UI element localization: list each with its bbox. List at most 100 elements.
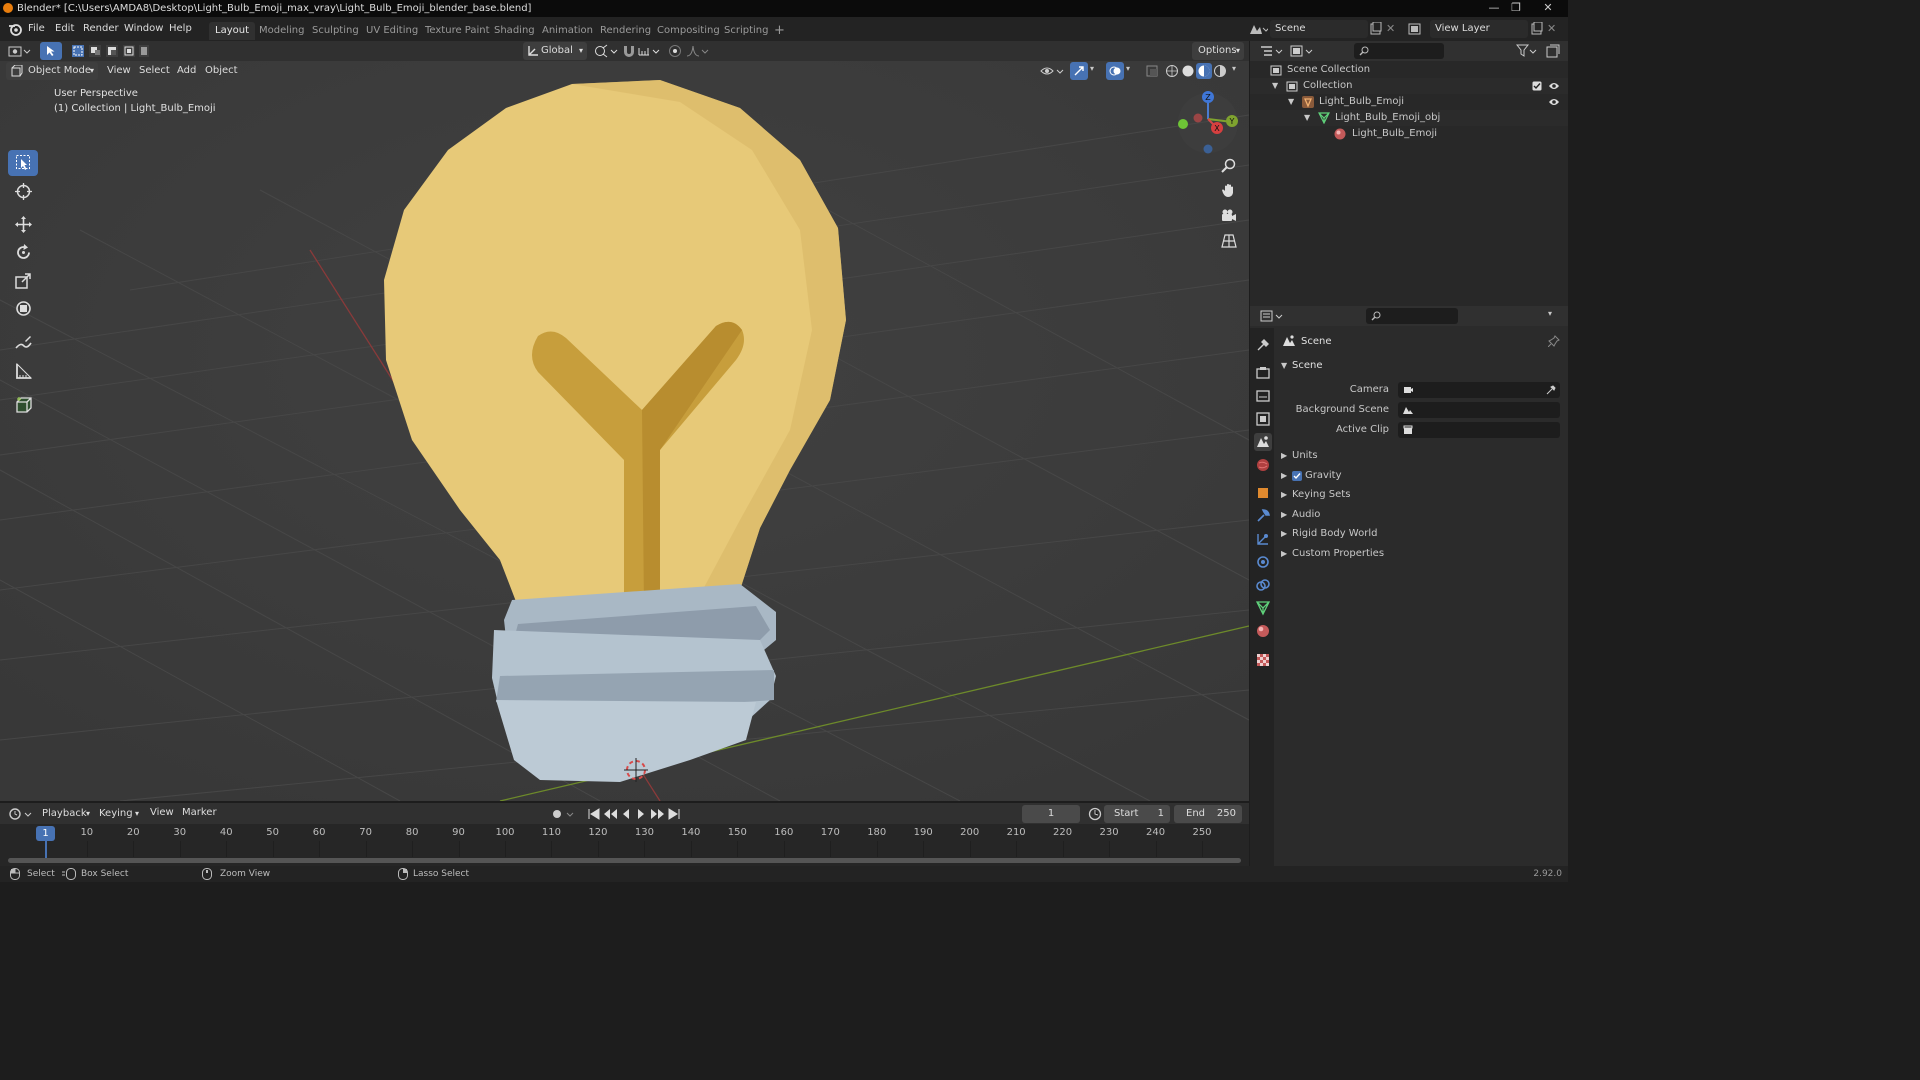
gizmo-neg-z-axis[interactable] — [1203, 144, 1213, 154]
menu-help[interactable]: Help — [169, 17, 192, 41]
properties-editor-type-icon[interactable] — [1260, 309, 1284, 323]
audio-section-header[interactable]: ▶ Audio — [1278, 505, 1564, 525]
transform-orientation-dropdown[interactable]: Global ▾ — [523, 42, 587, 60]
timeline-editor-type-icon[interactable] — [9, 807, 33, 821]
cursor-tool[interactable] — [8, 179, 38, 205]
outliner-row-light-bulb-emoji[interactable]: ▼ Light_Bulb_Emoji — [1250, 94, 1568, 110]
tab-output[interactable] — [1254, 387, 1272, 405]
select-tool-mode-button[interactable] — [40, 42, 62, 60]
proportional-editing-icon[interactable] — [668, 44, 682, 58]
tab-scripting[interactable]: Scripting — [718, 22, 774, 40]
tab-material[interactable] — [1254, 622, 1272, 640]
blender-menu-icon[interactable] — [8, 22, 22, 36]
start-frame-field[interactable]: Start 1 — [1104, 805, 1170, 823]
viewport-menu-select[interactable]: Select — [139, 65, 170, 76]
playback-controls-icon[interactable] — [587, 807, 683, 821]
outliner-row-material[interactable]: Light_Bulb_Emoji — [1250, 126, 1568, 142]
object-mode-dropdown[interactable]: Object Mode ▾ — [6, 62, 98, 80]
units-section-header[interactable]: ▶ Units — [1278, 446, 1564, 466]
outliner-editor-type-icon[interactable] — [1260, 44, 1284, 58]
tab-modifiers[interactable] — [1254, 507, 1272, 525]
tab-particles[interactable] — [1254, 530, 1272, 548]
tab-physics[interactable] — [1254, 553, 1272, 571]
gravity-checkbox[interactable] — [1292, 471, 1302, 481]
add-cube-tool[interactable] — [8, 392, 38, 418]
transform-tool[interactable] — [8, 296, 38, 322]
active-clip-field[interactable] — [1398, 422, 1560, 438]
selection-mode-set-icon[interactable] — [70, 44, 150, 58]
display-mode-icon[interactable] — [1290, 44, 1314, 58]
preview-range-icon[interactable] — [1088, 807, 1102, 821]
options-dropdown[interactable]: Options ▾ — [1192, 42, 1244, 60]
shading-modes-icon[interactable] — [1164, 63, 1230, 79]
new-view-layer-icon[interactable] — [1531, 22, 1543, 35]
auto-keying-icon[interactable] — [550, 807, 578, 821]
filter-icon[interactable] — [1516, 44, 1538, 58]
tab-uv-editing[interactable]: UV Editing — [360, 22, 424, 40]
pan-hand-icon[interactable] — [1221, 182, 1237, 198]
new-collection-icon[interactable] — [1546, 44, 1560, 58]
menu-render[interactable]: Render — [83, 17, 119, 41]
select-box-tool[interactable] — [8, 150, 38, 176]
xray-toggle-icon[interactable] — [1145, 64, 1159, 78]
visibility-eye-icon[interactable] — [1548, 97, 1560, 107]
tab-rendering[interactable]: Rendering — [594, 22, 657, 40]
measure-tool[interactable] — [8, 359, 38, 385]
expand-arrow-icon[interactable]: ▼ — [1288, 94, 1294, 110]
snap-icon[interactable] — [622, 44, 636, 58]
menu-window[interactable]: Window — [124, 17, 163, 41]
outliner-row-mesh-data[interactable]: ▼ Light_Bulb_Emoji_obj — [1250, 110, 1568, 126]
new-scene-icon[interactable] — [1370, 22, 1382, 35]
view-layer-field[interactable]: View Layer — [1430, 20, 1528, 38]
visibility-eye-icon[interactable] — [1548, 81, 1560, 91]
visibility-selectability-icon[interactable] — [1040, 64, 1068, 78]
tab-scene[interactable] — [1254, 433, 1272, 451]
tab-animation[interactable]: Animation — [536, 22, 599, 40]
gizmo-neg-y-axis[interactable] — [1178, 119, 1188, 129]
end-frame-field[interactable]: End 250 — [1174, 805, 1242, 823]
playback-dropdown[interactable]: Playback ▾ — [38, 805, 92, 823]
tab-modeling[interactable]: Modeling — [253, 22, 311, 40]
tab-shading[interactable]: Shading — [488, 22, 541, 40]
tab-data[interactable] — [1254, 599, 1272, 617]
gizmo-dropdown-icon[interactable]: ▾ — [1090, 64, 1094, 73]
3d-viewport[interactable]: User Perspective (1) Collection | Light_… — [0, 61, 1249, 801]
playhead[interactable]: 1 — [36, 826, 55, 841]
navigation-gizmo[interactable]: Z Y X — [1170, 89, 1244, 159]
gizmo-toggle-button[interactable] — [1070, 62, 1088, 80]
scale-tool[interactable] — [8, 268, 38, 294]
scene-selector-icon[interactable] — [1248, 22, 1268, 36]
current-frame-field[interactable]: 1 — [1022, 805, 1080, 823]
tab-sculpting[interactable]: Sculpting — [306, 22, 365, 40]
proportional-falloff-icon[interactable] — [686, 44, 712, 58]
pin-icon[interactable] — [1548, 335, 1560, 347]
outliner-search-input[interactable] — [1354, 43, 1444, 59]
delete-view-layer-icon[interactable]: ✕ — [1547, 22, 1556, 35]
maximize-button[interactable]: ❐ — [1506, 1, 1526, 15]
tab-compositing[interactable]: Compositing — [651, 22, 726, 40]
timeline-scrollbar[interactable] — [8, 858, 1241, 863]
gizmo-neg-x-axis[interactable] — [1193, 113, 1203, 123]
move-tool[interactable] — [8, 212, 38, 238]
gravity-section-header[interactable]: ▶ Gravity — [1278, 466, 1564, 486]
overlays-toggle-button[interactable] — [1106, 62, 1124, 80]
viewport-menu-add[interactable]: Add — [177, 65, 196, 76]
keying-dropdown[interactable]: Keying ▾ — [95, 805, 141, 823]
camera-view-icon[interactable] — [1221, 208, 1237, 224]
camera-field[interactable] — [1398, 382, 1560, 398]
tab-constraints[interactable] — [1254, 576, 1272, 594]
properties-options-icon[interactable]: ▾ — [1548, 309, 1552, 318]
viewport-menu-object[interactable]: Object — [205, 65, 238, 76]
timeline-menu-marker[interactable]: Marker — [182, 807, 217, 818]
snap-target-icon[interactable] — [638, 44, 664, 58]
pivot-point-icon[interactable] — [594, 44, 620, 58]
exclude-checkbox-icon[interactable] — [1532, 81, 1542, 91]
menu-edit[interactable]: Edit — [55, 17, 74, 41]
delete-scene-icon[interactable]: ✕ — [1386, 22, 1395, 35]
shading-dropdown-icon[interactable]: ▾ — [1232, 64, 1236, 73]
perspective-toggle-icon[interactable] — [1221, 233, 1237, 249]
tab-render[interactable] — [1254, 364, 1272, 382]
close-button[interactable]: ✕ — [1536, 1, 1560, 15]
scene-name-field[interactable]: Scene — [1270, 20, 1368, 38]
viewport-menu-view[interactable]: View — [107, 65, 131, 76]
